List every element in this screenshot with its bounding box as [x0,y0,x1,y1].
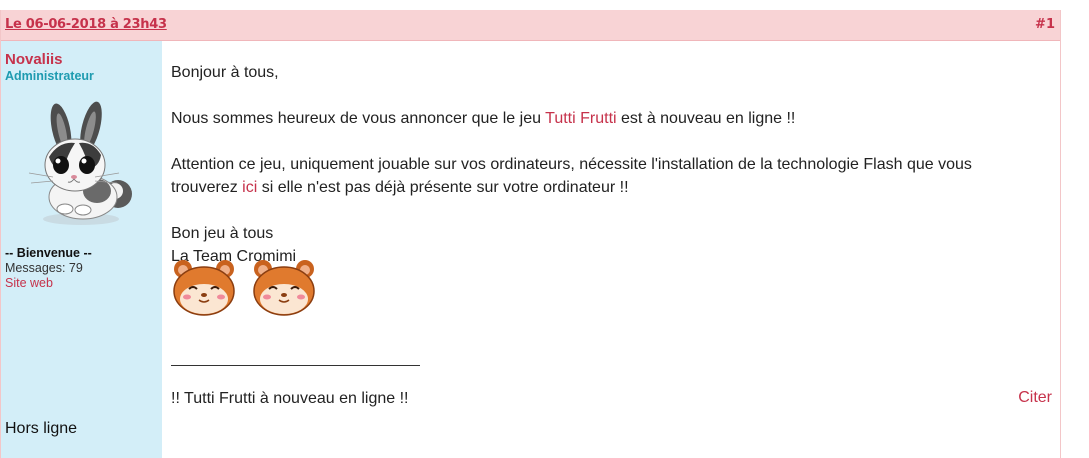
author-online-status: Hors ligne [5,420,78,437]
flash-notice-line1: Attention ce jeu, uniquement jouable sur… [171,156,972,173]
flash-notice-text: trouverez [171,179,243,196]
closing-text: Bon jeu à tous [171,225,274,242]
bunny-avatar [28,101,132,225]
flash-notice-text-end: si elle n'est pas déjà présente sur votr… [257,179,629,196]
announcement-text: Nous sommes heureux de vous annoncer que… [171,110,546,127]
signature-text: !! Tutti Frutti à nouveau en ligne !! [171,390,409,407]
author-welcome-text: -- Bienvenue -- [5,246,92,260]
author-name: Novaliis [5,51,63,68]
forum-post: Le 06-06-2018 à 23h43 #1 Novaliis Admini… [0,10,1061,458]
hamster-smiley-icon [173,260,235,316]
signature-divider [171,365,420,366]
author-avatar [23,99,135,229]
post-header: Le 06-06-2018 à 23h43 #1 [1,10,1060,41]
author-rank: Administrateur [5,69,94,83]
author-sidebar: Novaliis Administrateur -- Bienvenue -- … [1,41,162,458]
flash-notice-line2: trouverez ici si elle n'est pas déjà pré… [171,176,629,199]
post-content: Bonjour à tous, Nous sommes heureux de v… [171,41,1051,458]
quote-button[interactable]: Citer [1018,389,1052,407]
post-date-link[interactable]: Le 06-06-2018 à 23h43 [5,17,167,32]
greeting-text: Bonjour à tous, [171,64,279,81]
announcement-text-end: est à nouveau en ligne !! [616,110,796,127]
announcement-paragraph: Nous sommes heureux de vous annoncer que… [171,107,795,130]
page-scrollbar-track[interactable] [1074,0,1089,458]
author-message-count: Messages: 79 [5,261,83,275]
tutti-frutti-link[interactable]: Tutti Frutti [545,110,616,127]
post-number: #1 [1035,17,1055,32]
author-website-link[interactable]: Site web [5,276,53,290]
hamster-smiley-icon [253,260,315,316]
flash-download-link[interactable]: ici [242,179,257,196]
